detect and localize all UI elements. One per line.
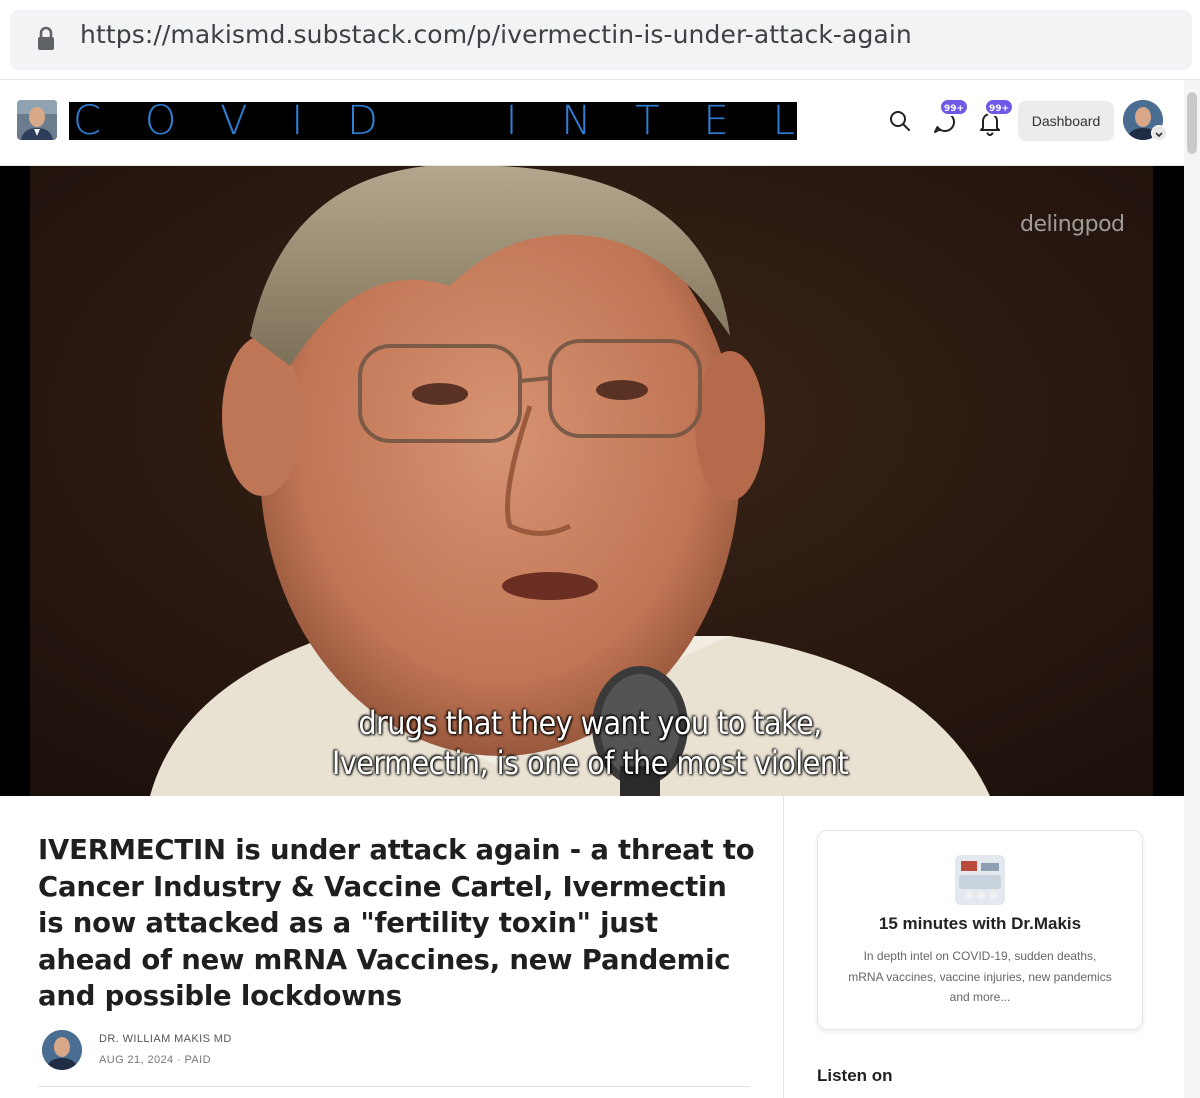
subtitle-line: drugs that they want you to take, (358, 704, 822, 742)
banner-letter: L (772, 98, 795, 144)
banner-letter: C (73, 98, 101, 144)
browser-address-bar: https://makismd.substack.com/p/ivermecti… (0, 0, 1200, 80)
search-icon[interactable] (887, 108, 913, 134)
account-menu-chevron[interactable] (1151, 125, 1167, 141)
publication-banner[interactable]: C O V I D I N T E L (69, 98, 797, 144)
author-avatar[interactable] (42, 1030, 82, 1070)
url-text[interactable]: https://makismd.substack.com/p/ivermecti… (80, 20, 912, 49)
video-watermark: delingpod (1020, 212, 1125, 237)
page: https://makismd.substack.com/p/ivermecti… (0, 0, 1200, 1098)
podcast-description: In depth intel on COVID-19, sudden death… (848, 949, 1112, 1004)
author-name[interactable]: DR. WILLIAM MAKIS MD (99, 1033, 232, 1045)
page-scrollbar[interactable] (1184, 80, 1200, 1098)
post-title: IVERMECTIN is under attack again - a thr… (38, 834, 755, 1012)
publication-avatar[interactable] (17, 100, 57, 140)
scrollbar-thumb[interactable] (1187, 92, 1197, 154)
subtitle-line: Ivermectin, is one of the most violent (331, 744, 849, 782)
post-meta: AUG 21, 2024 · PAID (99, 1054, 211, 1066)
banner-letter: T (635, 98, 660, 144)
dashboard-button[interactable]: Dashboard (1018, 101, 1114, 141)
banner-letter: I (291, 98, 304, 144)
notifications-badge: 99+ (984, 98, 1015, 116)
speaker-image (30, 166, 1153, 796)
podcast-title[interactable]: 15 minutes with Dr.Makis (817, 914, 1143, 934)
podcast-cover-image[interactable] (955, 855, 1005, 905)
banner-letter: E (703, 98, 729, 144)
banner-letter: V (220, 98, 248, 144)
divider (38, 1086, 750, 1087)
video-frame[interactable] (30, 166, 1153, 796)
banner-letter: D (347, 98, 378, 144)
banner-letter: I (505, 98, 518, 144)
banner-letter: O (144, 98, 177, 144)
banner-letter: N (561, 98, 592, 144)
chat-badge: 99+ (939, 98, 970, 116)
listen-on-heading: Listen on (817, 1066, 893, 1085)
chevron-down-icon (1155, 132, 1163, 138)
lock-icon[interactable] (36, 26, 56, 52)
